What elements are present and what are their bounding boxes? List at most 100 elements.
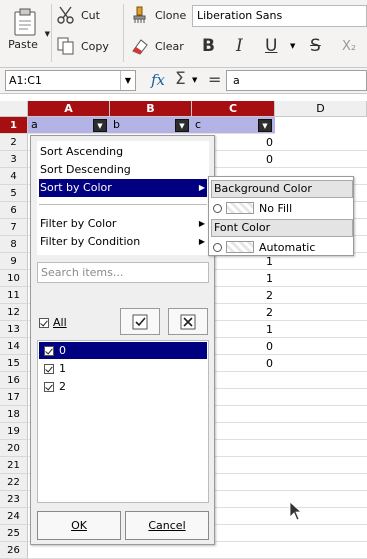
row-header[interactable]: 14 [0, 338, 28, 355]
autofilter-button[interactable]: ▼ [93, 119, 107, 132]
copy-button[interactable]: Copy [57, 37, 109, 55]
underline-button[interactable]: U [265, 36, 277, 56]
row-header[interactable]: 23 [0, 491, 28, 508]
radio-icon [213, 242, 222, 252]
row-header[interactable]: 9 [0, 253, 28, 270]
row-header[interactable]: 12 [0, 304, 28, 321]
row-header[interactable]: 25 [0, 525, 28, 542]
strikethrough-button[interactable]: S [310, 36, 321, 56]
copy-icon [57, 37, 74, 55]
cell-c[interactable]: 2 [243, 289, 273, 302]
row-header[interactable]: 6 [0, 202, 28, 219]
row-header[interactable]: 13 [0, 321, 28, 338]
select-all-button[interactable] [120, 308, 160, 335]
italic-button[interactable]: I [236, 36, 243, 56]
paste-button[interactable]: Paste ▼ [2, 2, 50, 62]
font-name-input[interactable]: Liberation Sans [192, 5, 367, 27]
cell-c[interactable]: 2 [243, 306, 273, 319]
paintbrush-icon [133, 6, 146, 23]
formula-bar: A1:C1 ▼ fx Σ ▼ = a [0, 68, 367, 94]
row-header[interactable]: 3 [0, 151, 28, 168]
header-cell[interactable]: a [31, 118, 38, 131]
no-fill-option[interactable]: No Fill [213, 199, 351, 217]
row-header[interactable]: 4 [0, 168, 28, 185]
name-box[interactable]: A1:C1 ▼ [5, 70, 136, 91]
filter-by-color-item[interactable]: Filter by Color ▶ [39, 215, 207, 233]
cancel-button[interactable]: Cancel [125, 511, 209, 540]
list-item[interactable]: 1 [39, 360, 207, 377]
column-header-b[interactable]: B [110, 101, 192, 117]
checkbox-icon [39, 317, 49, 328]
formula-equals-icon[interactable]: = [208, 70, 221, 89]
row-header[interactable]: 5 [0, 185, 28, 202]
cell-c[interactable]: 0 [243, 340, 273, 353]
bold-button[interactable]: B [202, 36, 215, 56]
mouse-cursor-icon [289, 501, 303, 521]
subscript-button[interactable]: X₂ [342, 39, 356, 54]
clear-label: Clear [155, 39, 184, 53]
column-header-d[interactable]: D [275, 101, 367, 117]
filter-by-condition-item[interactable]: Filter by Condition ▶ [39, 233, 207, 251]
row-header[interactable]: 26 [0, 542, 28, 559]
cell-c[interactable]: 1 [243, 272, 273, 285]
cell-c[interactable]: 0 [243, 357, 273, 370]
header-cell[interactable]: c [195, 118, 201, 131]
sort-by-color-submenu: Background Color No Fill Font Color Auto… [208, 176, 354, 256]
clone-label: Clone [155, 8, 187, 22]
row-header[interactable]: 22 [0, 474, 28, 491]
chevron-down-icon[interactable]: ▼ [192, 76, 197, 84]
sort-ascending-item[interactable]: Sort Ascending [39, 143, 207, 161]
row-header[interactable]: 18 [0, 406, 28, 423]
function-wizard-icon[interactable]: fx [151, 71, 165, 89]
sum-icon[interactable]: Σ [175, 69, 186, 89]
row-header[interactable]: 16 [0, 372, 28, 389]
list-item[interactable]: 0 [39, 342, 207, 359]
chevron-right-icon: ▶ [198, 183, 205, 192]
row-header[interactable]: 17 [0, 389, 28, 406]
chevron-down-icon[interactable]: ▼ [290, 42, 295, 50]
clone-formatting-button[interactable]: Clone [131, 6, 186, 24]
search-items-input[interactable]: Search items... [37, 262, 209, 283]
cancel-label: Cancel [148, 519, 186, 532]
row-header[interactable]: 15 [0, 355, 28, 372]
sort-descending-label: Sort Descending [40, 163, 131, 176]
row-header[interactable]: 11 [0, 287, 28, 304]
row-header[interactable]: 8 [0, 236, 28, 253]
cell-c[interactable]: 1 [243, 323, 273, 336]
row-header[interactable]: 7 [0, 219, 28, 236]
sort-descending-item[interactable]: Sort Descending [39, 161, 207, 179]
cell-c[interactable]: 0 [243, 136, 273, 149]
cell-c[interactable]: 1 [243, 255, 273, 268]
deselect-all-button[interactable] [168, 308, 208, 335]
automatic-label: Automatic [259, 240, 316, 254]
ok-button[interactable]: OK [37, 511, 121, 540]
all-checkbox[interactable]: All [39, 316, 67, 329]
sort-by-color-item[interactable]: Sort by Color ▶ [39, 179, 207, 197]
column-header-c[interactable]: C [192, 101, 275, 117]
chevron-down-icon[interactable]: ▼ [120, 71, 135, 90]
corner-select-all[interactable] [0, 101, 28, 117]
row-header[interactable]: 10 [0, 270, 28, 287]
popup-menu: Sort Ascending Sort Descending Sort by C… [37, 141, 209, 255]
row-header[interactable]: 2 [0, 134, 28, 151]
cut-button[interactable]: Cut [57, 6, 100, 24]
row-header[interactable]: 24 [0, 508, 28, 525]
clear-formatting-button[interactable]: Clear [131, 37, 184, 55]
cell-c[interactable]: 0 [243, 153, 273, 166]
menu-separator [39, 204, 207, 205]
formula-input[interactable]: a [226, 70, 367, 91]
automatic-option[interactable]: Automatic [213, 238, 351, 256]
row-header[interactable]: 21 [0, 457, 28, 474]
filter-by-color-label: Filter by Color [40, 217, 117, 230]
row-header[interactable]: 1 [0, 117, 28, 134]
ok-label: OK [71, 519, 87, 532]
header-cell[interactable]: b [113, 118, 120, 131]
column-header-a[interactable]: A [28, 101, 110, 117]
list-item-label: 2 [59, 380, 66, 393]
autofilter-button[interactable]: ▼ [258, 119, 272, 132]
row-header[interactable]: 20 [0, 440, 28, 457]
autofilter-button[interactable]: ▼ [175, 119, 189, 132]
list-item[interactable]: 2 [39, 378, 207, 395]
chevron-down-icon[interactable]: ▼ [45, 30, 50, 38]
row-header[interactable]: 19 [0, 423, 28, 440]
